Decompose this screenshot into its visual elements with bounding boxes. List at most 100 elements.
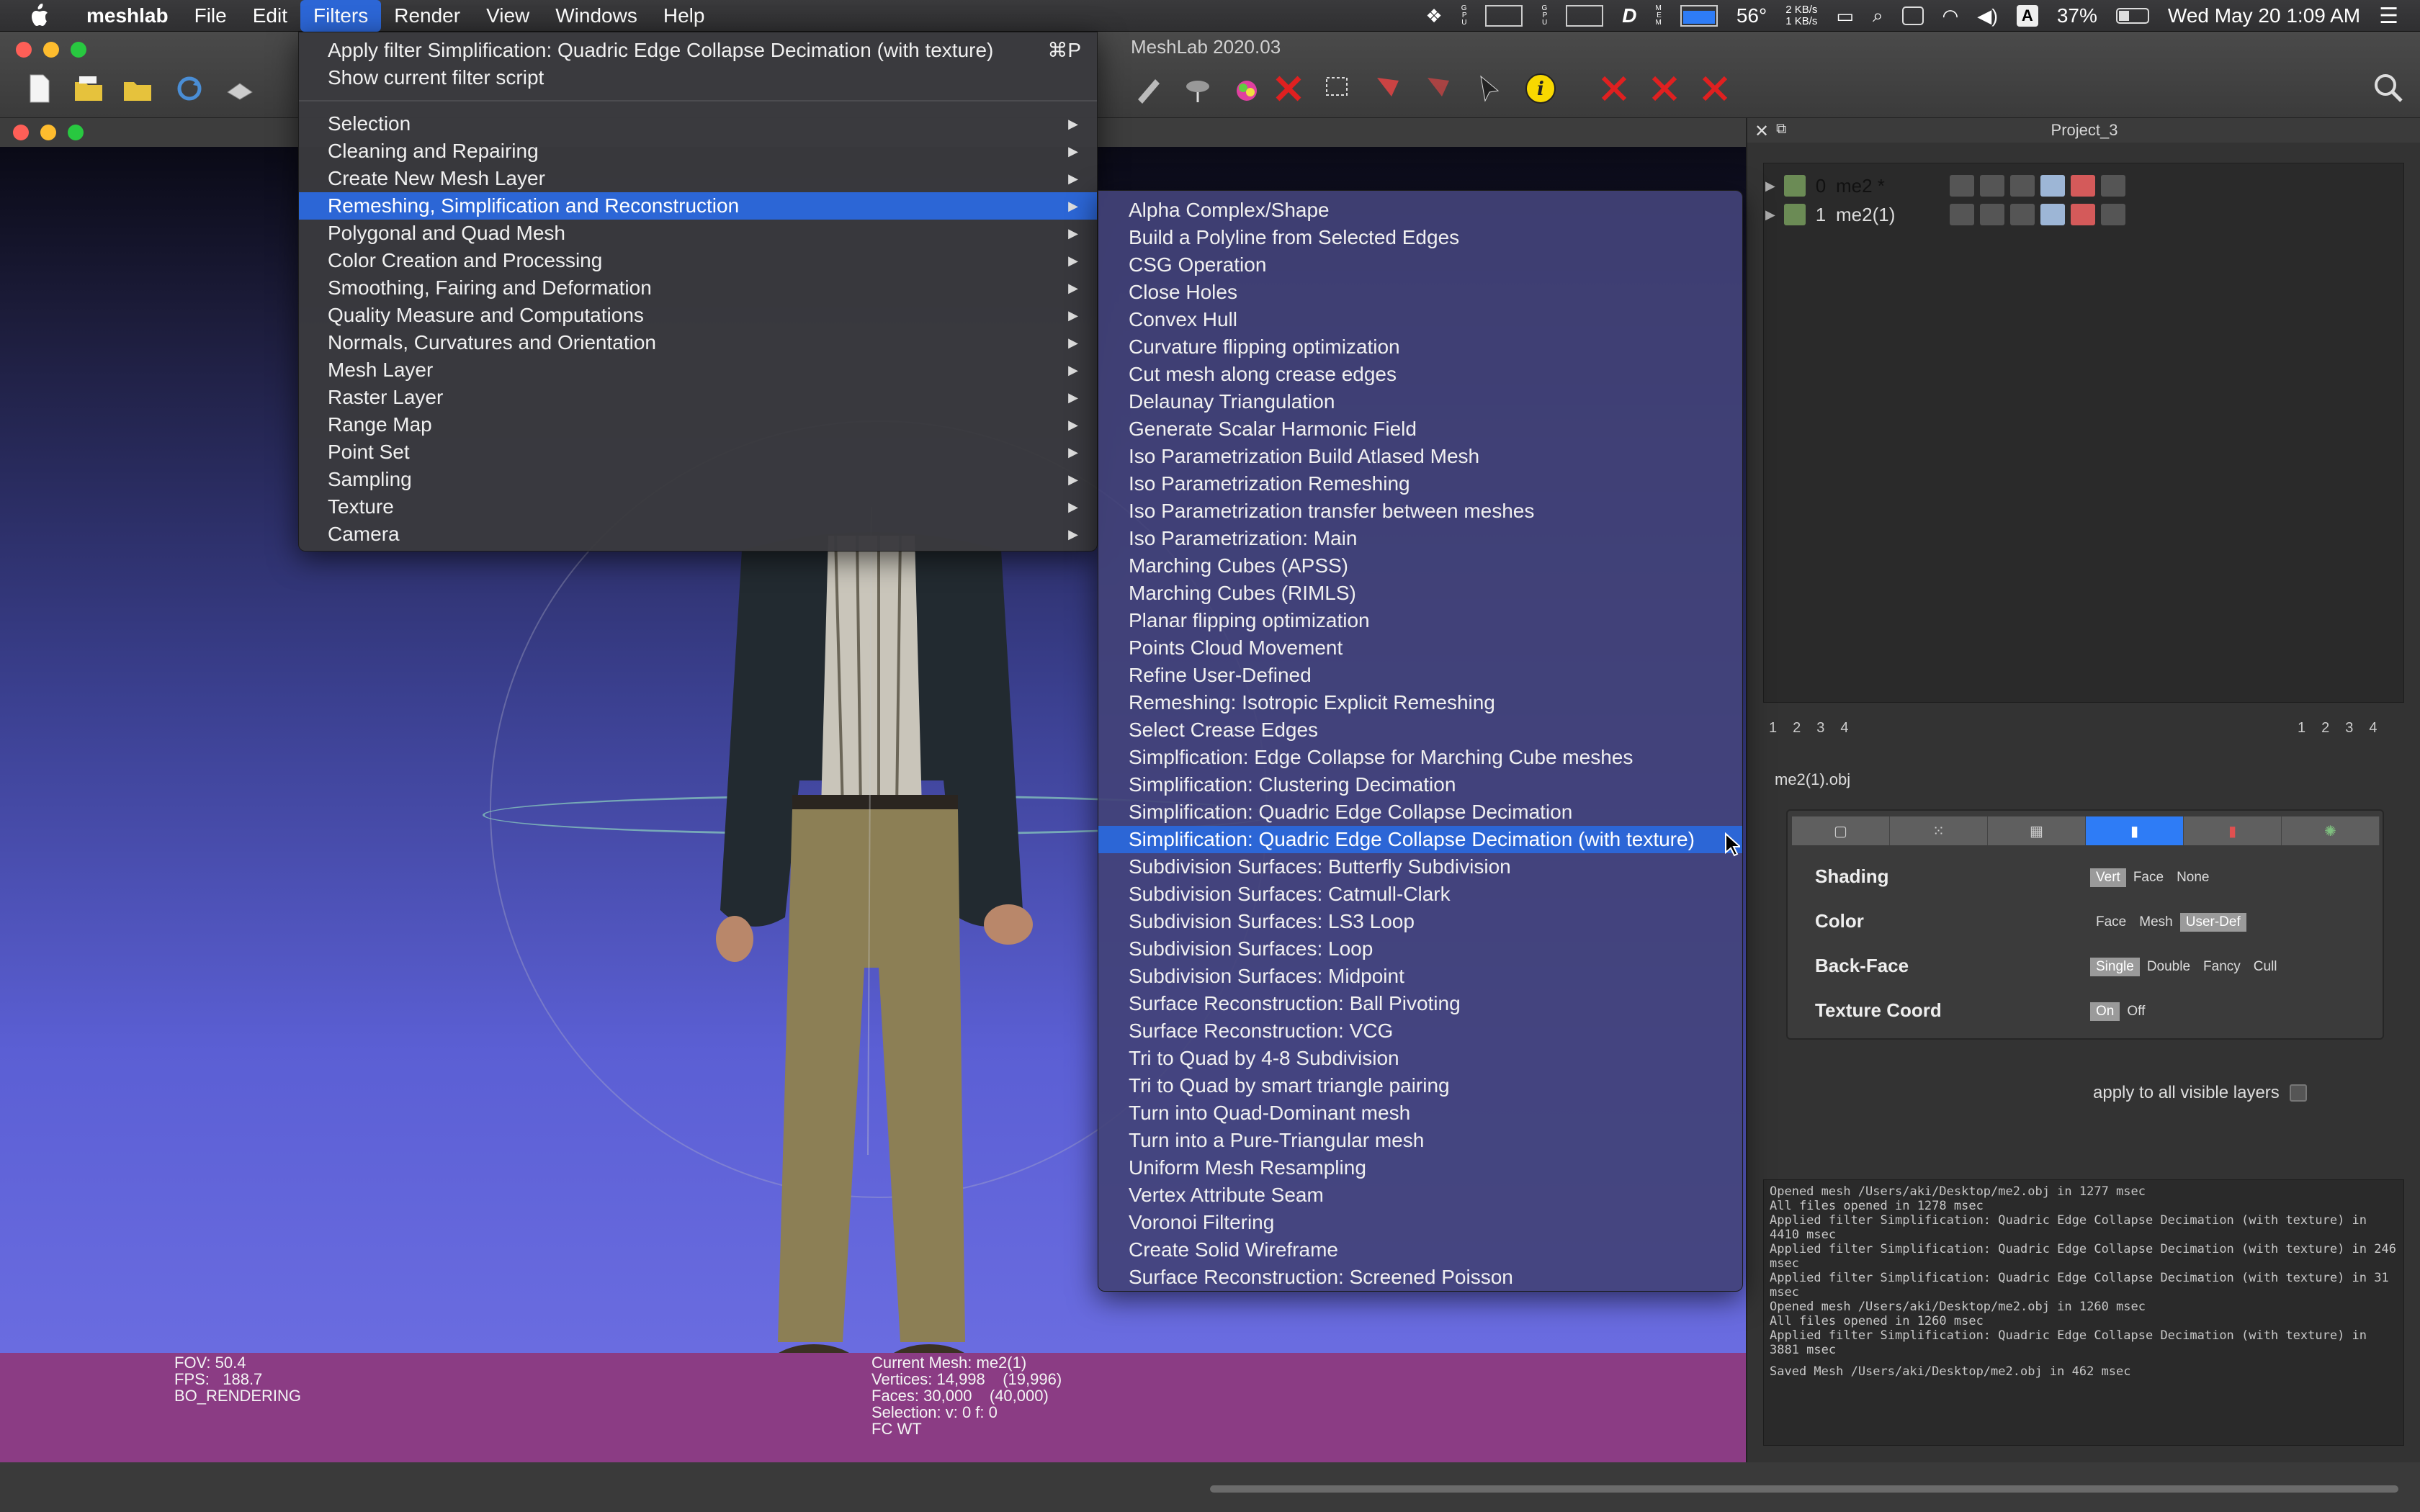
gpu-meter-2[interactable]	[1566, 5, 1604, 27]
shading-vert-option[interactable]: Vert	[2090, 868, 2126, 887]
color-paint-icon[interactable]	[1227, 69, 1266, 108]
notification-center-icon[interactable]: ☰	[2379, 4, 2398, 29]
filter-category-item[interactable]: Smoothing, Fairing and Deformation ▶	[299, 274, 1097, 302]
layer-row[interactable]: ▶ 1 me2(1)	[1765, 202, 2399, 227]
keyboard-icon[interactable]	[1901, 6, 1924, 25]
layer-name[interactable]: me2(1)	[1836, 204, 1944, 226]
filter-category-item[interactable]: Sampling ▶	[299, 466, 1097, 493]
mem-meter[interactable]	[1680, 5, 1718, 27]
shading-face-option[interactable]: Face	[2128, 868, 2169, 887]
layer-wire-icon[interactable]	[2010, 175, 2035, 197]
filter-category-item[interactable]: Raster Layer ▶	[299, 384, 1097, 411]
remesh-filter-item[interactable]: Subdivision Surfaces: Loop	[1098, 935, 1742, 963]
color-mesh-option[interactable]: Mesh	[2133, 913, 2178, 932]
menubar-render[interactable]: Render	[381, 0, 473, 32]
pager-right-4[interactable]: 4	[2369, 720, 2377, 737]
minimize-window-button[interactable]	[43, 42, 59, 58]
color-face-option[interactable]: Face	[2090, 913, 2132, 932]
remesh-filter-item[interactable]: Refine User-Defined	[1098, 662, 1742, 689]
texcoord-on-option[interactable]: On	[2090, 1002, 2120, 1021]
reload-icon[interactable]	[170, 69, 209, 108]
expand-arrow-icon[interactable]: ▶	[1765, 207, 1778, 222]
filter-category-item[interactable]: Range Map ▶	[299, 411, 1097, 438]
menubar-filters[interactable]: Filters	[300, 0, 382, 32]
layer-texture-icon[interactable]	[2071, 175, 2095, 197]
pager-right-1[interactable]: 1	[2298, 720, 2305, 737]
filter-category-item[interactable]: Polygonal and Quad Mesh ▶	[299, 220, 1097, 247]
texcoord-off-option[interactable]: Off	[2121, 1002, 2151, 1021]
pager-left-4[interactable]: 4	[1840, 720, 1848, 737]
visibility-eye-icon[interactable]	[1784, 175, 1806, 197]
close-icon[interactable]: ✕	[1754, 121, 1769, 142]
menubar-windows[interactable]: Windows	[542, 0, 650, 32]
remesh-filter-item[interactable]: Vertex Attribute Seam	[1098, 1182, 1742, 1209]
select-connected-icon[interactable]	[1420, 69, 1459, 108]
layer-decorator-icon[interactable]	[2101, 204, 2125, 225]
open-project-icon[interactable]	[69, 69, 108, 108]
menubar-edit[interactable]: Edit	[240, 0, 300, 32]
filter-category-item[interactable]: Normals, Curvatures and Orientation ▶	[299, 329, 1097, 356]
select-pointer-icon[interactable]	[1471, 69, 1510, 108]
filter-category-item[interactable]: Color Creation and Processing ▶	[299, 247, 1097, 274]
remesh-filter-item[interactable]: Subdivision Surfaces: Catmull-Clark	[1098, 881, 1742, 908]
clock[interactable]: Wed May 20 1:09 AM	[2168, 4, 2360, 27]
info-icon[interactable]: i	[1521, 69, 1560, 108]
remesh-filter-item[interactable]: Marching Cubes (RIMLS)	[1098, 580, 1742, 607]
remesh-filter-item[interactable]: Simplification: Quadric Edge Collapse De…	[1098, 798, 1742, 826]
visibility-eye-icon[interactable]	[1784, 204, 1806, 225]
layer-row[interactable]: ▶ 0 me2 *	[1765, 174, 2399, 198]
remesh-filter-item[interactable]: Simplification: Quadric Edge Collapse De…	[1098, 826, 1742, 853]
pager-left-1[interactable]: 1	[1769, 720, 1777, 737]
expand-arrow-icon[interactable]: ▶	[1765, 179, 1778, 194]
delete-vertices-icon[interactable]	[1595, 69, 1634, 108]
apply-all-checkbox[interactable]	[2289, 1084, 2307, 1102]
import-mesh-icon[interactable]	[118, 69, 157, 108]
filter-category-item[interactable]: Create New Mesh Layer ▶	[299, 165, 1097, 192]
remesh-filter-item[interactable]: Tri to Quad by smart triangle pairing	[1098, 1072, 1742, 1099]
zoom-window-button[interactable]	[71, 42, 86, 58]
remesh-filter-item[interactable]: Iso Parametrization Remeshing	[1098, 470, 1742, 498]
search-icon[interactable]	[2370, 69, 2408, 108]
remesh-filter-item[interactable]: Simplfication: Edge Collapse for Marchin…	[1098, 744, 1742, 771]
remesh-filter-item[interactable]: Remeshing: Isotropic Explicit Remeshing	[1098, 689, 1742, 716]
export-mesh-icon[interactable]	[220, 69, 259, 108]
remesh-filter-item[interactable]: Delaunay Triangulation	[1098, 388, 1742, 415]
battery-percent[interactable]: 37%	[2057, 4, 2097, 27]
volume-icon[interactable]: ◀)	[1977, 5, 1998, 27]
tab-texture-icon[interactable]: ▮	[2184, 816, 2282, 845]
remesh-filter-item[interactable]: Subdivision Surfaces: Midpoint	[1098, 963, 1742, 990]
filter-category-item[interactable]: Point Set ▶	[299, 438, 1097, 466]
zoom-document-button[interactable]	[68, 125, 84, 140]
remesh-filter-item[interactable]: Surface Reconstruction: Screened Poisson	[1098, 1264, 1742, 1291]
close-document-button[interactable]	[13, 125, 29, 140]
filter-category-item[interactable]: Quality Measure and Computations ▶	[299, 302, 1097, 329]
remesh-filter-item[interactable]: Curvature flipping optimization	[1098, 333, 1742, 361]
filter-category-item[interactable]: Cleaning and Repairing ▶	[299, 138, 1097, 165]
minimize-document-button[interactable]	[40, 125, 56, 140]
filter-category-item[interactable]: Remeshing, Simplification and Reconstruc…	[299, 192, 1097, 220]
layer-box-icon[interactable]	[1950, 204, 1974, 225]
layer-solid-icon[interactable]	[2040, 175, 2065, 197]
remesh-filter-item[interactable]: Marching Cubes (APSS)	[1098, 552, 1742, 580]
pager-left-3[interactable]: 3	[1816, 720, 1824, 737]
remesh-filter-item[interactable]: Subdivision Surfaces: LS3 Loop	[1098, 908, 1742, 935]
delete-selection-icon[interactable]	[1269, 69, 1308, 108]
backface-fancy-option[interactable]: Fancy	[2197, 958, 2246, 976]
remesh-filter-item[interactable]: Iso Parametrization transfer between mes…	[1098, 498, 1742, 525]
remesh-filter-item[interactable]: Close Holes	[1098, 279, 1742, 306]
tab-bbox-icon[interactable]: ▢	[1792, 816, 1890, 845]
remesh-filter-item[interactable]: Create Solid Wireframe	[1098, 1236, 1742, 1264]
temperature-readout[interactable]: 56°	[1736, 4, 1767, 27]
new-project-icon[interactable]	[20, 69, 59, 108]
remesh-filter-item[interactable]: Iso Parametrization Build Atlased Mesh	[1098, 443, 1742, 470]
show-filter-script-item[interactable]: Show current filter script	[299, 64, 1097, 91]
layer-points-icon[interactable]	[1980, 204, 2004, 225]
delete-faces-icon[interactable]	[1645, 69, 1684, 108]
pager-right-2[interactable]: 2	[2321, 720, 2329, 737]
close-window-button[interactable]	[16, 42, 32, 58]
tab-wire-icon[interactable]: ▦	[1988, 816, 2086, 845]
remesh-filter-item[interactable]: Select Crease Edges	[1098, 716, 1742, 744]
tab-solid-icon[interactable]: ▮	[2086, 816, 2184, 845]
apply-last-filter-item[interactable]: Apply filter Simplification: Quadric Edg…	[299, 37, 1097, 64]
airplay-icon[interactable]: ▭	[1836, 5, 1854, 27]
